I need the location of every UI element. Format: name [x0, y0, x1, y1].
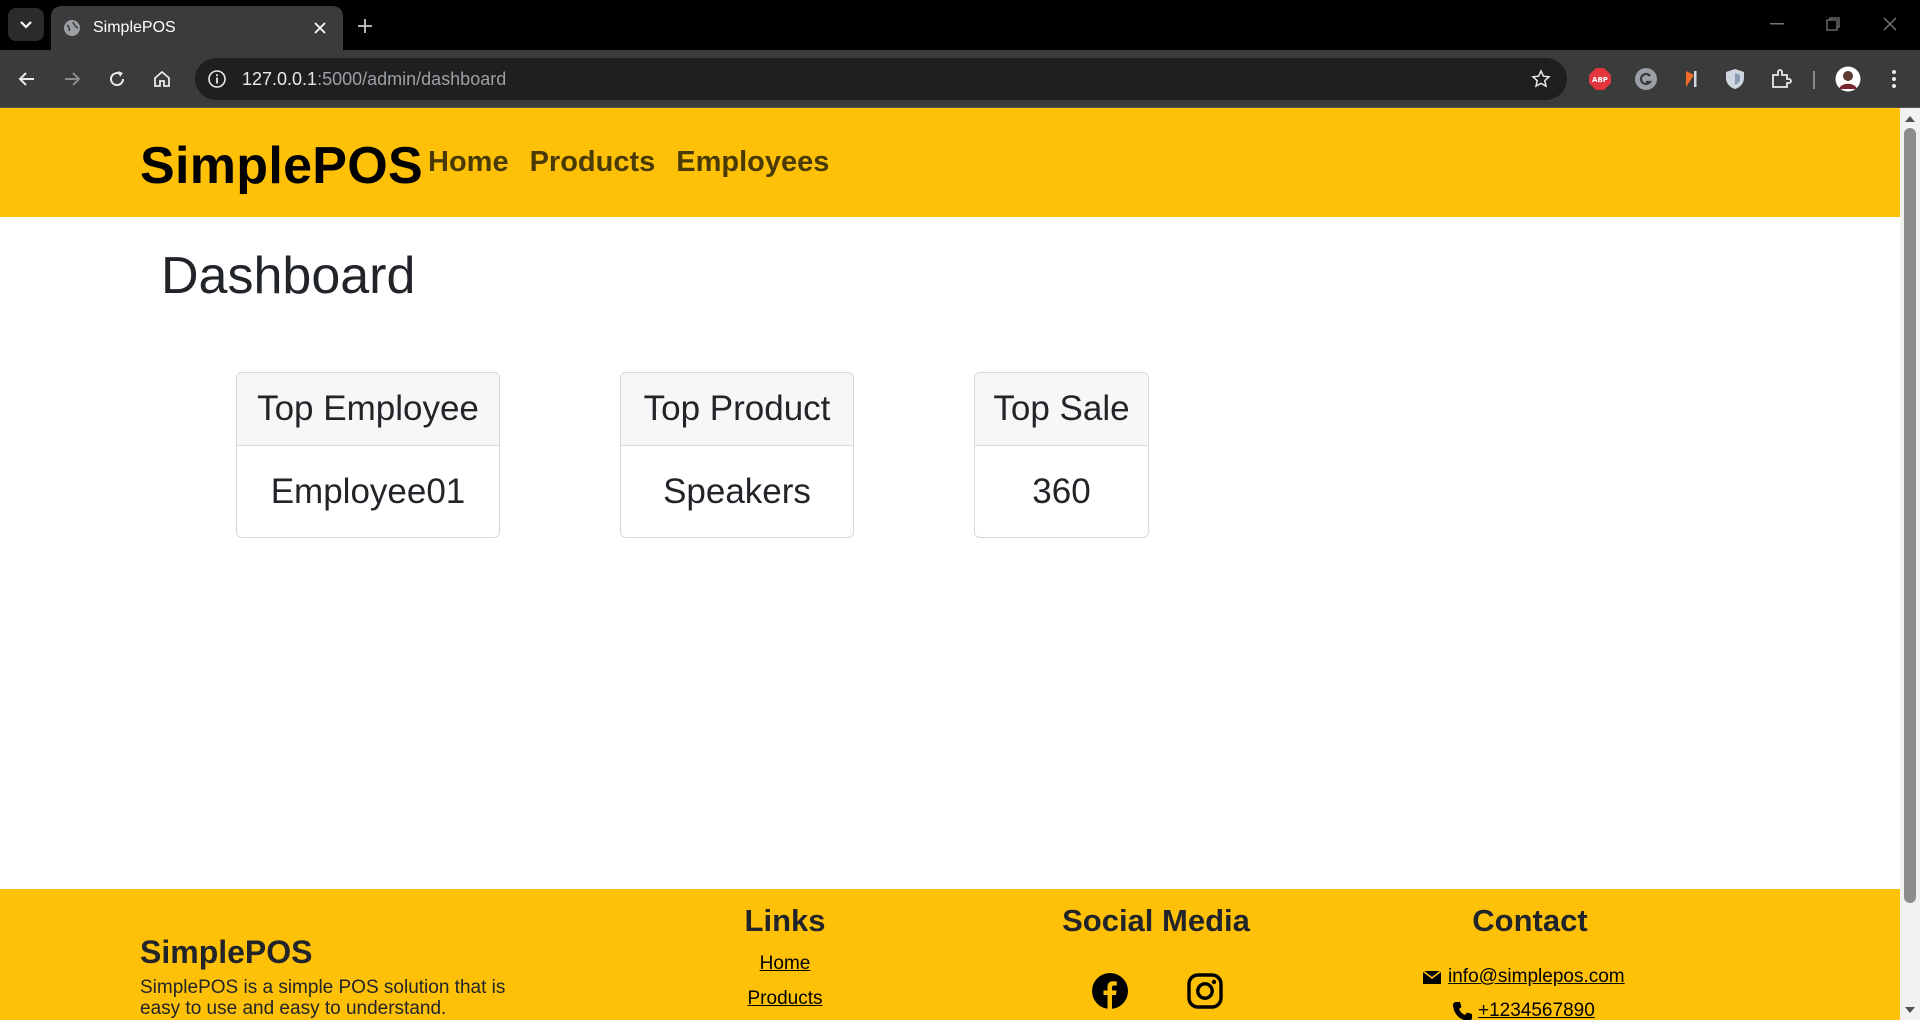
top-product-card: Top Product Speakers	[620, 372, 854, 538]
url-path: :5000/admin/dashboard	[317, 69, 507, 89]
instagram-icon[interactable]	[1185, 971, 1225, 1011]
new-tab-icon[interactable]	[350, 11, 380, 41]
browser-tab-active[interactable]: SimplePOS	[51, 6, 343, 50]
contact-email[interactable]: info@simplepos.com	[1422, 966, 1625, 988]
nav-link-employees[interactable]: Employees	[676, 146, 829, 179]
scrollbar-thumb[interactable]	[1904, 128, 1916, 903]
browser-tabstrip: SimplePOS	[0, 0, 1920, 50]
url-text: 127.0.0.1:5000/admin/dashboard	[242, 69, 506, 90]
footer-brand: SimplePOS	[140, 934, 313, 970]
minimize-icon[interactable]	[1755, 8, 1799, 40]
card-header: Top Employee	[237, 373, 499, 446]
footer-description: SimplePOS is a simple POS solution that …	[140, 977, 506, 1019]
phone-icon	[1453, 1002, 1472, 1020]
page-scrollbar[interactable]	[1900, 108, 1920, 1020]
forward-icon[interactable]	[54, 61, 90, 97]
grammarly-extension-icon[interactable]	[1632, 65, 1660, 93]
toolbar-separator	[1813, 71, 1815, 89]
svg-text:ABP: ABP	[1592, 76, 1608, 84]
close-tab-icon[interactable]	[307, 15, 333, 41]
top-employee-card: Top Employee Employee01	[236, 372, 500, 538]
nav-link-home[interactable]: Home	[428, 146, 509, 179]
card-header: Top Product	[621, 373, 853, 446]
url-host: 127.0.0.1	[242, 69, 318, 89]
adblock-extension-icon[interactable]: ABP	[1586, 65, 1614, 93]
close-window-icon[interactable]	[1868, 8, 1912, 40]
shield-extension-icon[interactable]	[1721, 65, 1749, 93]
page-viewport: SimplePOS Home Products Employees Dashbo…	[0, 108, 1920, 1020]
site-navbar: SimplePOS Home Products Employees	[0, 108, 1900, 217]
bookmark-star-icon[interactable]	[1529, 67, 1553, 91]
browser-menu-icon[interactable]	[1880, 65, 1908, 93]
contact-phone[interactable]: +1234567890	[1452, 1000, 1595, 1020]
nav-link-products[interactable]: Products	[530, 146, 656, 179]
tab-title: SimplePOS	[93, 19, 176, 36]
card-value: Speakers	[663, 472, 811, 511]
card-value: 360	[1032, 472, 1091, 511]
facebook-icon[interactable]	[1090, 971, 1130, 1011]
globe-icon	[63, 19, 81, 37]
scroll-up-arrow-icon[interactable]	[1904, 112, 1916, 124]
site-footer: SimplePOS SimplePOS is a simple POS solu…	[0, 889, 1900, 1020]
card-value: Employee01	[270, 472, 466, 511]
extensions-puzzle-icon[interactable]	[1767, 65, 1795, 93]
address-bar[interactable]: 127.0.0.1:5000/admin/dashboard	[195, 58, 1567, 100]
navbar-brand[interactable]: SimplePOS	[140, 136, 423, 196]
reload-icon[interactable]	[99, 61, 135, 97]
navbar-links: Home Products Employees	[428, 146, 829, 179]
footer-link-home[interactable]: Home	[700, 953, 870, 975]
footer-contact-heading: Contact	[1472, 903, 1588, 938]
tab-search-button[interactable]	[8, 8, 44, 41]
bookmark-extension-icon[interactable]	[1677, 65, 1705, 93]
site-info-icon[interactable]	[205, 67, 229, 91]
contact-email-text[interactable]: info@simplepos.com	[1448, 966, 1625, 988]
footer-link-products[interactable]: Products	[700, 988, 870, 1010]
chevron-down-icon	[20, 20, 32, 29]
profile-avatar[interactable]	[1834, 65, 1862, 93]
envelope-icon	[1422, 969, 1442, 984]
home-icon[interactable]	[144, 61, 180, 97]
scroll-down-arrow-icon[interactable]	[1904, 1004, 1916, 1016]
browser-toolbar: 127.0.0.1:5000/admin/dashboard ABP	[0, 50, 1920, 108]
restore-icon[interactable]	[1811, 8, 1855, 40]
footer-social-heading: Social Media	[1062, 903, 1250, 938]
top-sale-card: Top Sale 360	[974, 372, 1149, 538]
card-header: Top Sale	[975, 373, 1148, 446]
contact-phone-text[interactable]: +1234567890	[1478, 1000, 1595, 1020]
footer-links-heading: Links	[744, 903, 826, 938]
back-icon[interactable]	[9, 61, 45, 97]
page-title: Dashboard	[161, 247, 416, 305]
